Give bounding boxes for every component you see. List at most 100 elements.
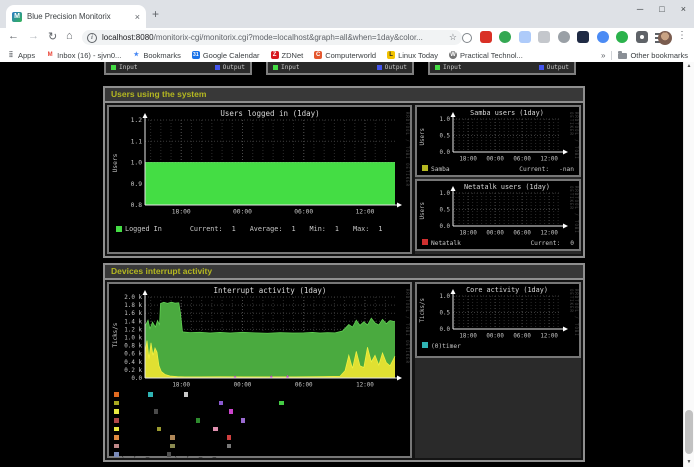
mail-checker-ext-icon[interactable] <box>480 31 492 43</box>
svg-text:12:00: 12:00 <box>540 231 558 237</box>
scroll-up-arrow-icon[interactable]: ▲ <box>684 62 694 71</box>
svg-text:00:00: 00:00 <box>486 231 504 237</box>
netatalk-users-chart: Netatalk users (1day)Users0.00.51.018:00… <box>417 181 579 238</box>
window-controls: ─ □ × <box>637 4 686 14</box>
svg-text:0.4 k: 0.4 k <box>124 360 142 366</box>
address-bar[interactable]: i localhost:8080/monitorix-cgi/monitorix… <box>82 30 462 45</box>
svg-text:0.5: 0.5 <box>440 311 451 317</box>
legend-swatch <box>157 427 162 432</box>
graph-samba-users[interactable]: Samba users (1day)Users0.00.51.018:0000:… <box>415 105 581 177</box>
scroll-down-arrow-icon[interactable]: ▼ <box>684 458 694 467</box>
home-button[interactable]: ⌂ <box>66 30 73 42</box>
rrdtool-watermark: RRDTOOL / TOBI OETIKER <box>405 289 410 364</box>
previous-section-cutoff: Input Output Input Output Input Output <box>104 62 576 75</box>
green-call-ext-icon[interactable] <box>616 31 628 43</box>
bookmark-star[interactable]: ★Bookmarks <box>132 51 181 60</box>
interrupt-legend-item: (128)nvme0q1 <box>157 425 204 432</box>
eye-ext-icon[interactable] <box>558 31 570 43</box>
legend-swatch <box>167 452 172 457</box>
voice-ext-icon[interactable] <box>499 31 511 43</box>
legend-swatch <box>114 409 119 414</box>
url-text: localhost:8080/monitorix-cgi/monitorix.c… <box>102 33 445 42</box>
tab-close-icon[interactable]: × <box>135 12 140 22</box>
svg-text:1.0: 1.0 <box>440 117 451 123</box>
tab-strip: M Blue Precision Monitorix × + ─ □ × <box>0 0 694 29</box>
svg-text:18:00: 18:00 <box>459 334 477 340</box>
legend-swatch <box>116 226 122 232</box>
svg-text:0.9: 0.9 <box>131 181 143 188</box>
close-button[interactable]: × <box>681 4 686 14</box>
graph-netatalk-users[interactable]: Netatalk users (1day)Users0.00.51.018:00… <box>415 179 581 251</box>
maximize-button[interactable]: □ <box>659 4 664 14</box>
netatalk-users-legend: NetatalkCurrent:0 <box>417 239 579 247</box>
svg-text:0.0: 0.0 <box>131 376 142 382</box>
legend-swatch <box>114 444 119 449</box>
svg-text:0.8 k: 0.8 k <box>124 344 142 350</box>
svg-text:18:00: 18:00 <box>459 157 477 163</box>
chat-bubble-ext-icon[interactable] <box>597 31 609 43</box>
interrupt-legend-item: (123)xhci_hcd <box>229 408 275 415</box>
section-users: Users using the system Users logged in (… <box>103 86 585 258</box>
graph-interrupt-activity[interactable]: Interrupt activity (1day)Ticks/s0.00.2 k… <box>107 282 412 458</box>
profile-avatar[interactable] <box>658 31 672 45</box>
minimize-button[interactable]: ─ <box>637 4 643 14</box>
bookmark-apps-grid[interactable]: ⣿Apps <box>7 51 35 60</box>
svg-text:06:00: 06:00 <box>294 209 313 216</box>
graph-users-logged-in[interactable]: Users logged in (1day)Users0.80.91.01.11… <box>107 105 412 254</box>
section-interrupts: Devices interrupt activity Interrupt act… <box>103 263 585 462</box>
net-graph-panel-cutoff[interactable]: Input Output <box>266 62 414 75</box>
svg-text:12:00: 12:00 <box>540 157 558 163</box>
interrupt-legend-item: (124)ahci[0000:00:17.0] <box>114 417 187 424</box>
legend-swatch <box>219 401 224 406</box>
computerworld-icon: C <box>314 51 322 59</box>
svg-text:Users: Users <box>420 128 426 145</box>
svg-text:0.5: 0.5 <box>440 134 451 140</box>
rrdtool-watermark: RRDTOOL / TOBI OETIKER <box>569 289 579 356</box>
browser-menu-icon[interactable]: ⋮ <box>677 30 687 41</box>
svg-text:Interrupt activity (1day): Interrupt activity (1day) <box>214 286 327 295</box>
screenshot-ext-icon[interactable] <box>577 31 589 43</box>
svg-text:Ticks/s: Ticks/s <box>420 298 426 322</box>
other-bookmarks-button[interactable]: Other bookmarks <box>618 51 688 60</box>
bookmark-zdnet[interactable]: ZZDNet <box>271 51 304 60</box>
graph-core-activity[interactable]: Core activity (1day)Ticks/s0.00.51.018:0… <box>415 282 581 358</box>
svg-text:Netatalk users (1day): Netatalk users (1day) <box>464 183 550 191</box>
rrdtool-watermark: RRDTOOL / TOBI OETIKER <box>569 112 579 175</box>
browser-tab[interactable]: M Blue Precision Monitorix × <box>6 5 146 28</box>
interrupt-legend-item: (131)nvme0q4 <box>170 434 217 441</box>
svg-text:1.4 k: 1.4 k <box>124 319 142 325</box>
net-graph-panel-cutoff[interactable]: Input Output <box>104 62 252 75</box>
users-right-column: Samba users (1day)Users0.00.51.018:0000:… <box>415 105 581 254</box>
net-graph-panel-cutoff[interactable]: Input Output <box>428 62 576 75</box>
tab-title: Blue Precision Monitorix <box>27 12 131 21</box>
interrupt-legend-item: (125)eno1 <box>196 417 232 424</box>
extensions-row <box>462 31 667 43</box>
new-tab-button[interactable]: + <box>152 7 159 21</box>
frame-ext-icon[interactable] <box>538 31 550 43</box>
reload-button[interactable]: ↻ <box>48 30 57 43</box>
bookmark-calendar[interactable]: 31Google Calendar <box>192 51 260 60</box>
svg-text:1.0: 1.0 <box>440 294 451 300</box>
legend-swatch <box>114 418 119 423</box>
bookmark-computerworld[interactable]: CComputerworld <box>314 51 376 60</box>
scrollbar-thumb[interactable] <box>685 410 693 454</box>
copy-pages-ext-icon[interactable] <box>519 31 531 43</box>
browser-window: M Blue Precision Monitorix × + ─ □ × ← →… <box>0 0 694 467</box>
calendar-icon: 31 <box>192 51 200 59</box>
search-ext-icon[interactable] <box>462 33 472 43</box>
svg-text:00:00: 00:00 <box>233 209 252 216</box>
legend-swatch <box>227 435 232 440</box>
bookmark-gmail[interactable]: MInbox (16) - sjvn0... <box>46 51 121 60</box>
forward-button[interactable]: → <box>28 30 39 42</box>
bookmark-wordpress[interactable]: WPractical Technol... <box>449 51 523 60</box>
bookmarks-overflow-chevron[interactable]: » <box>601 51 605 60</box>
back-button[interactable]: ← <box>8 30 19 42</box>
linux-today-icon: L <box>387 51 395 59</box>
bookmark-star-icon[interactable]: ☆ <box>449 32 457 43</box>
svg-text:Ticks/s: Ticks/s <box>113 323 119 348</box>
svg-text:1.0 k: 1.0 k <box>124 336 142 342</box>
extensions-puzzle-icon[interactable] <box>636 31 648 43</box>
bookmark-linux-today[interactable]: LLinux Today <box>387 51 438 60</box>
page-scrollbar[interactable]: ▲ ▼ <box>683 62 694 467</box>
site-info-icon[interactable]: i <box>87 33 97 43</box>
